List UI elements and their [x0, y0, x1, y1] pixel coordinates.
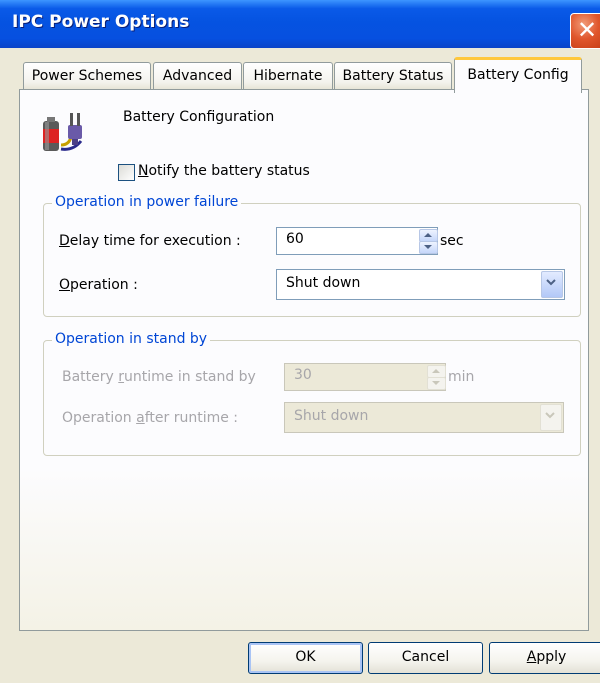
- tab-label: Battery Config: [467, 67, 569, 83]
- tab-label: Hibernate: [253, 68, 323, 84]
- arrow-up-icon: [432, 369, 440, 373]
- apply-label: pply: [536, 649, 567, 665]
- chevron-down-icon: [546, 279, 556, 286]
- battery-plug-icon: [43, 113, 83, 151]
- close-button[interactable]: ✕: [570, 13, 600, 49]
- title-bar[interactable]: IPC Power Options ✕: [0, 0, 600, 49]
- stand-by-legend: Operation in stand by: [52, 331, 211, 347]
- runtime-spin-buttons[interactable]: [427, 365, 446, 390]
- tab-hibernate[interactable]: Hibernate: [243, 62, 333, 90]
- spin-down-button[interactable]: [427, 377, 446, 390]
- notify-label[interactable]: Notify the battery status: [138, 163, 310, 179]
- tab-power-schemes[interactable]: Power Schemes: [23, 62, 151, 90]
- ok-button[interactable]: OK: [248, 642, 363, 674]
- tab-label: Battery Status: [342, 68, 444, 84]
- tab-advanced[interactable]: Advanced: [153, 62, 242, 90]
- tab-battery-config[interactable]: Battery Config: [454, 57, 582, 93]
- delay-spinner[interactable]: 60: [276, 227, 438, 255]
- delay-label: Delay time for execution :: [59, 233, 241, 249]
- operation-label: Operation :: [59, 277, 138, 293]
- runtime-unit: min: [448, 369, 475, 385]
- after-runtime-label: Operation after runtime :: [62, 410, 239, 426]
- runtime-spinner[interactable]: 30: [284, 363, 446, 391]
- tab-battery-status[interactable]: Battery Status: [334, 62, 452, 90]
- power-failure-legend: Operation in power failure: [52, 194, 242, 210]
- cancel-button[interactable]: Cancel: [368, 642, 483, 674]
- cancel-label: Cancel: [401, 649, 450, 665]
- chevron-down-icon: [545, 412, 555, 419]
- close-icon: ✕: [577, 16, 598, 44]
- after-runtime-select[interactable]: Shut down: [284, 402, 564, 433]
- operation-dropdown-button[interactable]: [541, 271, 563, 298]
- apply-mnemonic: A: [526, 649, 537, 665]
- ok-label: OK: [295, 649, 316, 665]
- apply-button[interactable]: Apply: [489, 642, 600, 674]
- dialog-window: IPC Power Options ✕ Power Schemes Advanc…: [0, 0, 600, 683]
- after-runtime-dropdown-button[interactable]: [540, 404, 562, 431]
- arrow-up-icon: [424, 233, 432, 237]
- after-runtime-value: Shut down: [294, 408, 369, 424]
- delay-unit: sec: [440, 233, 464, 249]
- tab-label: Power Schemes: [31, 68, 143, 84]
- delay-spin-buttons[interactable]: [419, 229, 438, 254]
- spin-down-button[interactable]: [419, 241, 438, 254]
- arrow-down-icon: [432, 381, 440, 385]
- delay-value[interactable]: 60: [286, 231, 304, 247]
- stand-by-group: Operation in stand by: [43, 331, 581, 456]
- tab-label: Advanced: [162, 68, 233, 84]
- section-header: Battery Configuration: [123, 109, 275, 125]
- window-title: IPC Power Options: [12, 12, 190, 32]
- runtime-label: Battery runtime in stand by: [62, 369, 256, 385]
- runtime-value[interactable]: 30: [294, 367, 312, 383]
- arrow-down-icon: [424, 245, 432, 249]
- operation-value: Shut down: [286, 275, 361, 291]
- operation-select[interactable]: Shut down: [276, 269, 565, 300]
- notify-checkbox[interactable]: [118, 164, 135, 181]
